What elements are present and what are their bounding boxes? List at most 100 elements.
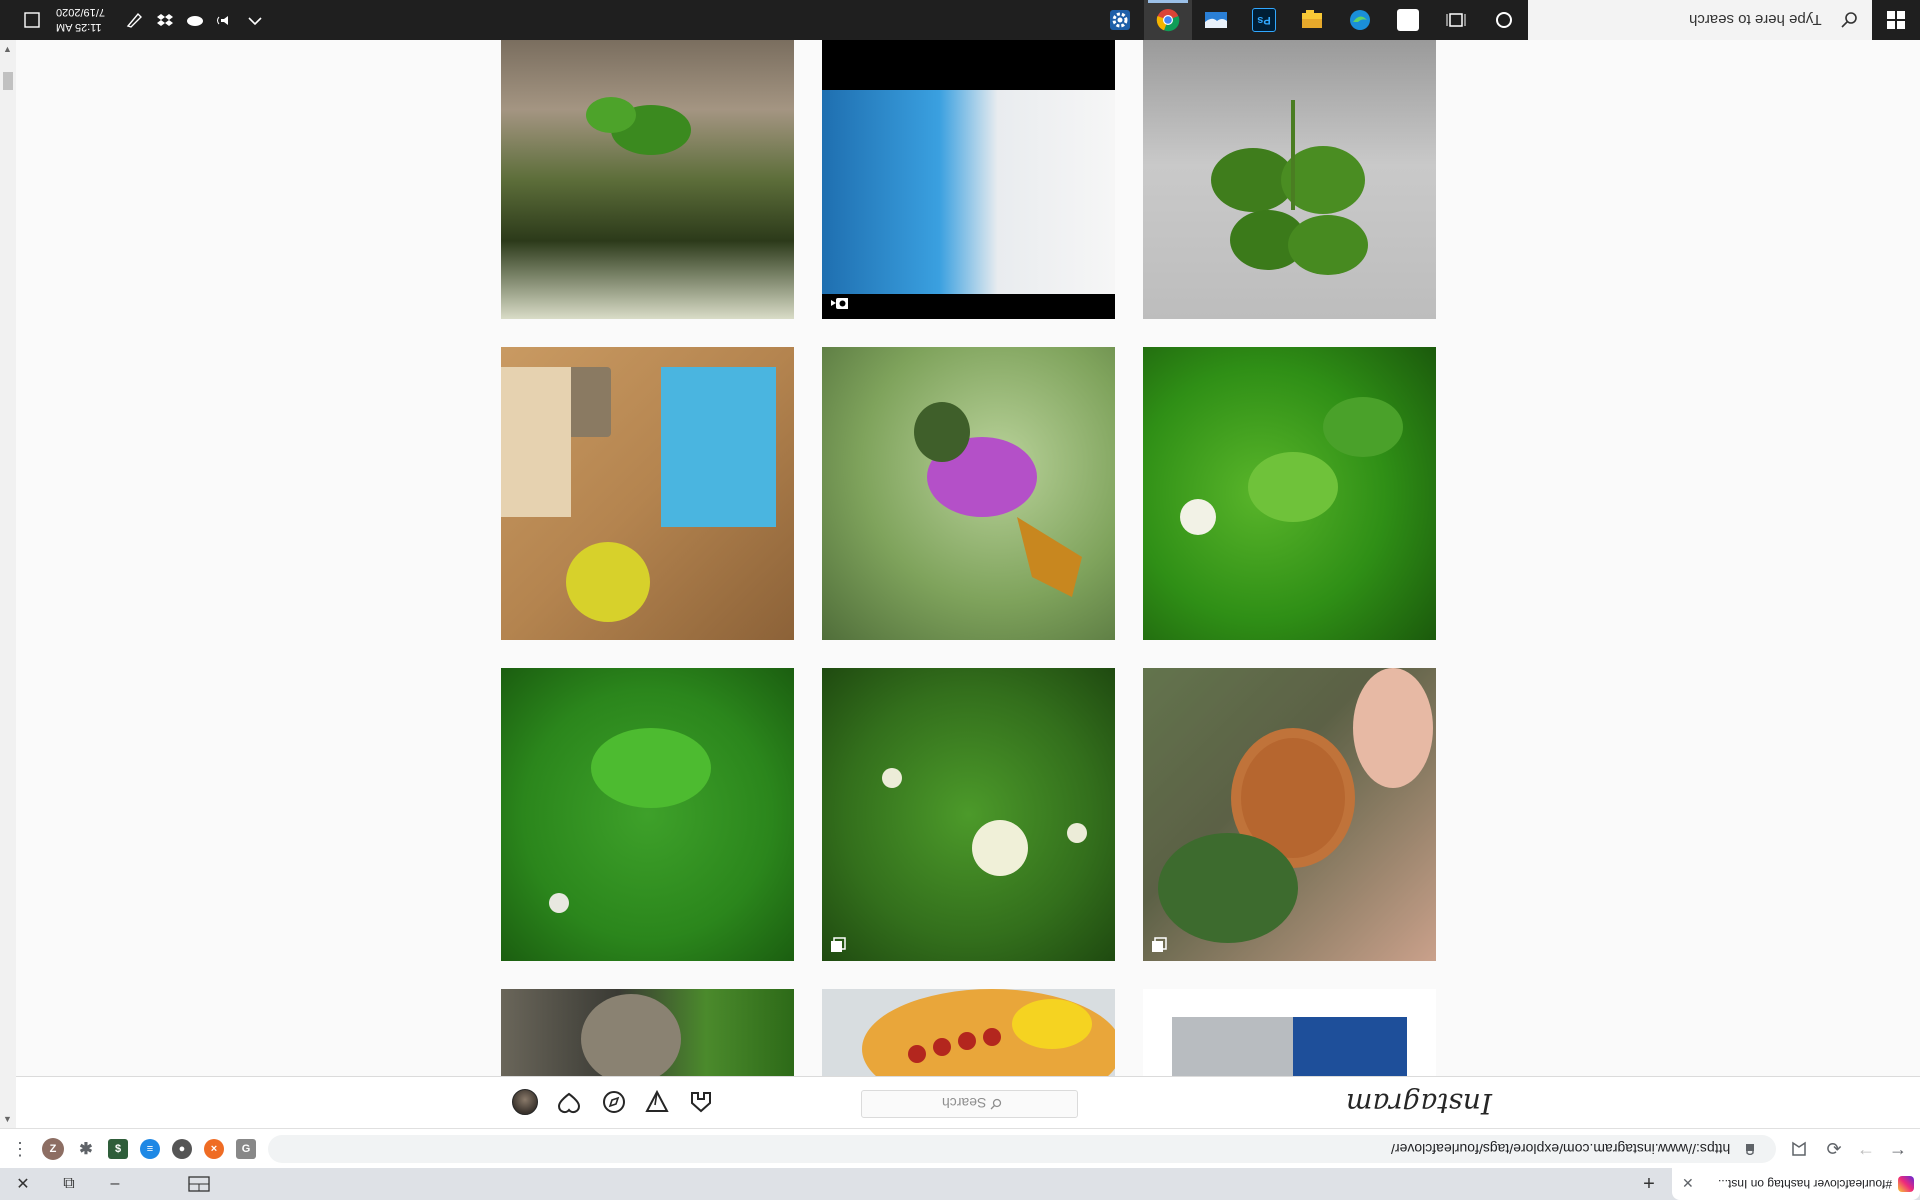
photos-icon [1205,12,1227,28]
toy-photo-image [862,989,1115,1076]
post-thumbnail[interactable] [1143,40,1436,319]
onedrive-icon[interactable] [184,11,206,29]
window-minimize-button[interactable]: – [92,1168,138,1200]
volume-icon[interactable] [214,11,236,29]
extension-g-icon[interactable]: G [236,1139,256,1159]
clock-time: 11:25 AM [56,21,102,33]
clover-photo-image [586,97,691,155]
scroll-thumb[interactable] [3,72,13,90]
taskbar-app-photoshop[interactable]: Ps [1240,0,1288,40]
snacks-photo-image [501,367,776,622]
tab-strip: ✕ ⧉ – + ✕ #fourleafclover hashtag on Ins… [0,1168,1920,1200]
action-center-button[interactable] [8,0,56,40]
gear-icon [1110,10,1130,30]
building-photo-image [1172,1017,1407,1076]
dropbox-icon[interactable] [154,11,176,29]
taskbar-app-store[interactable] [1384,0,1432,40]
taskbar-app-chrome[interactable] [1144,0,1192,40]
page-scrollbar[interactable]: ▲ ▼ [0,40,16,1128]
tab-search-icon[interactable] [188,1176,210,1192]
clover-patch-image [1180,397,1403,535]
butterfly-flower-image [914,402,1082,597]
reload-button[interactable]: ⟳ [1822,1137,1846,1161]
post-thumbnail[interactable] [1143,347,1436,640]
post-thumbnail[interactable] [822,989,1115,1076]
task-view-button[interactable] [1432,0,1480,40]
scroll-down-arrow-icon[interactable]: ▼ [3,1114,12,1124]
profile-avatar[interactable]: Z [42,1138,64,1160]
cat-photo-image [581,994,681,1076]
post-thumbnail[interactable] [501,668,794,961]
extension-dollar-icon[interactable]: $ [108,1139,128,1159]
post-thumbnail[interactable] [822,668,1115,961]
post-thumbnail[interactable] [1143,668,1436,961]
taskbar-app-file-explorer[interactable] [1288,0,1336,40]
folder-icon [1302,10,1322,28]
extensions-puzzle-icon[interactable]: ✱ [76,1139,96,1159]
instagram-logo[interactable]: Instagram [1346,1087,1492,1120]
direct-message-icon[interactable] [644,1089,670,1115]
url-text: https://www.instagram.com/explore/tags/f… [1390,1141,1730,1157]
back-button[interactable]: → [1886,1137,1910,1161]
clock-date: 7/19/2020 [56,6,105,18]
multiple-posts-icon [831,937,846,952]
search-icon [1841,12,1857,28]
clover-flowers-image [882,768,1087,876]
extension-list-icon[interactable]: ≡ [140,1139,160,1159]
heart-icon[interactable] [556,1089,582,1115]
browser-menu-button[interactable]: ⋮ [8,1137,32,1161]
windows-logo-icon [1887,11,1905,29]
circle-icon [1496,12,1512,28]
profile-initial: Z [49,1143,57,1155]
taskbar-search-placeholder: Type here to search [1689,11,1822,28]
multiple-posts-icon [1152,937,1167,952]
bookmark-icon[interactable] [1790,1140,1808,1158]
window-restore-button[interactable]: ⧉ [46,1168,92,1200]
cortana-button[interactable] [1480,0,1528,40]
extension-x-icon[interactable]: × [204,1139,224,1159]
instagram-search-input[interactable]: Search [861,1090,1078,1118]
browser-toolbar: → ← ⟳ https://www.instagram.com/explore/… [0,1128,1920,1169]
video-still-image [822,90,1115,294]
start-button[interactable] [1872,0,1920,40]
post-thumbnail[interactable] [501,40,794,319]
chrome-icon [1156,9,1180,32]
pen-icon[interactable] [124,11,146,29]
clover-field-image [549,728,711,913]
search-icon [990,1098,1002,1110]
extension-record-icon[interactable]: ● [172,1139,192,1159]
task-view-icon [1446,13,1466,27]
browser-tab[interactable]: ✕ #fourleafclover hashtag on Inst... [1672,1168,1920,1200]
scroll-up-arrow-icon[interactable]: ▲ [3,44,12,54]
post-thumbnail[interactable] [501,347,794,640]
taskbar-search-input[interactable]: Type here to search [1528,0,1872,40]
instagram-search-placeholder: Search [942,1095,987,1111]
taskbar-app-edge[interactable] [1336,0,1384,40]
post-thumbnail[interactable] [822,40,1115,319]
close-tab-icon[interactable]: ✕ [1682,1175,1694,1192]
store-icon [1397,9,1419,31]
post-thumbnail[interactable] [822,347,1115,640]
instagram-nav-bar: Instagram Search [16,1076,1920,1129]
windows-taskbar: Type here to search Ps 7/19/2020 11:25 A… [0,0,1920,40]
instagram-favicon-icon [1898,1176,1914,1192]
chevron-down-icon[interactable] [244,11,266,29]
post-thumbnail[interactable] [501,989,794,1076]
home-icon[interactable] [688,1089,714,1115]
taskbar-clock[interactable]: 7/19/2020 11:25 AM [56,4,105,34]
window-close-button[interactable]: ✕ [0,1168,46,1200]
forward-button[interactable]: ← [1854,1137,1878,1161]
new-tab-button[interactable]: + [1626,1168,1672,1200]
lock-icon [1746,1144,1754,1155]
profile-avatar[interactable] [512,1089,538,1115]
video-camera-icon [831,298,848,309]
edge-icon [1350,10,1370,30]
explore-compass-icon[interactable] [601,1089,627,1115]
notification-icon [24,12,40,28]
taskbar-app-photos[interactable] [1192,0,1240,40]
photoshop-icon: Ps [1252,8,1276,32]
clover-coin-image [1143,668,1436,961]
taskbar-app-settings[interactable] [1096,0,1144,40]
post-thumbnail[interactable] [1143,989,1436,1076]
address-bar[interactable]: https://www.instagram.com/explore/tags/f… [268,1135,1776,1163]
